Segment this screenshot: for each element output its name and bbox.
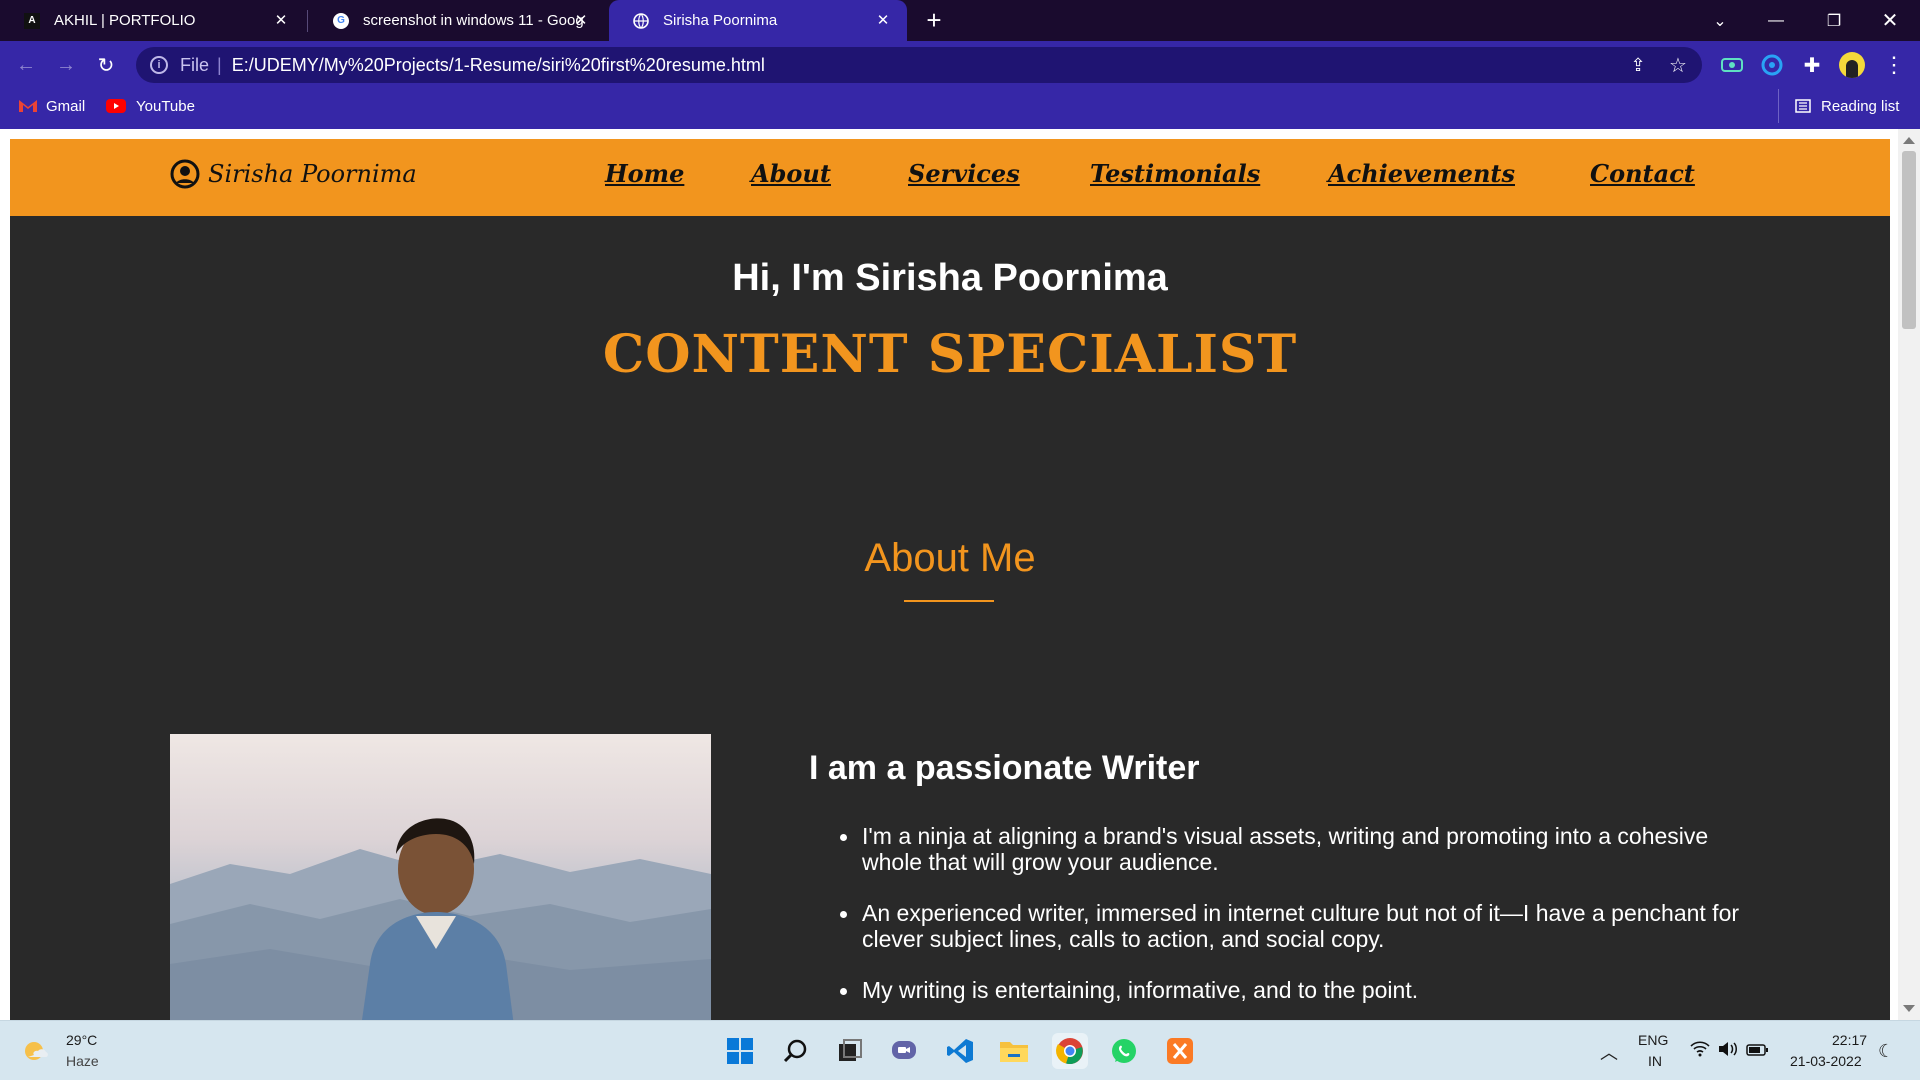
hero-greeting: Hi, I'm Sirisha Poornima <box>732 257 1168 299</box>
menu-icon[interactable]: ⋮ <box>1878 49 1910 81</box>
profile-avatar[interactable] <box>1836 49 1868 81</box>
reading-list-label: Reading list <box>1821 97 1900 115</box>
site-info-icon[interactable]: i <box>150 56 168 74</box>
reading-list-icon <box>1795 99 1811 113</box>
youtube-icon <box>106 99 126 113</box>
restore-button[interactable]: ❐ <box>1806 0 1862 41</box>
search-icon[interactable] <box>778 1033 814 1069</box>
nav-home[interactable]: Home <box>605 159 684 188</box>
brand-name: Sirisha Poornima <box>208 160 417 188</box>
url-scheme: File <box>180 54 210 75</box>
list-item: My writing is entertaining, informative,… <box>840 977 1740 1003</box>
google-icon: G <box>333 12 349 29</box>
close-tab-icon[interactable]: ✕ <box>873 10 893 30</box>
url-divider: | <box>217 54 222 75</box>
weather-temp: 29°C <box>66 1032 98 1048</box>
page-viewport: Sirisha Poornima Home About Services Tes… <box>0 129 1920 1020</box>
about-bullet-list: I'm a ninja at aligning a brand's visual… <box>840 823 1740 1020</box>
scroll-down-arrow[interactable] <box>1903 1005 1915 1012</box>
portfolio-page: Sirisha Poornima Home About Services Tes… <box>10 139 1890 1020</box>
extension-icon[interactable] <box>1716 49 1748 81</box>
volume-icon[interactable] <box>1718 1041 1738 1062</box>
clock-time[interactable]: 22:17 <box>1832 1032 1867 1048</box>
profile-photo <box>170 734 711 1020</box>
gmail-icon <box>19 100 37 112</box>
forward-icon[interactable]: → <box>50 49 82 81</box>
scrollbar-thumb[interactable] <box>1902 151 1916 329</box>
nav-testimonials[interactable]: Testimonials <box>1090 159 1260 188</box>
close-tab-icon[interactable]: ✕ <box>271 10 291 30</box>
bookmark-label: Gmail <box>46 97 86 115</box>
page-scrollbar[interactable] <box>1898 129 1920 1020</box>
bookmark-label: YouTube <box>136 97 195 115</box>
start-button[interactable] <box>722 1033 758 1069</box>
extensions-puzzle-icon[interactable]: ✚ <box>1796 49 1828 81</box>
back-icon[interactable]: ← <box>10 49 42 81</box>
whatsapp-icon[interactable] <box>1106 1033 1142 1069</box>
tab-label: Sirisha Poornima <box>663 12 778 29</box>
close-window-button[interactable]: ✕ <box>1862 0 1918 41</box>
chrome-icon[interactable] <box>1052 1033 1088 1069</box>
teams-chat-icon[interactable] <box>886 1033 922 1069</box>
close-tab-icon[interactable]: ✕ <box>571 10 591 30</box>
writer-heading: I am a passionate Writer <box>809 749 1200 787</box>
nav-about[interactable]: About <box>751 159 831 188</box>
list-item: An experienced writer, immersed in inter… <box>840 900 1740 952</box>
tab-label: screenshot in windows 11 - Goog <box>363 12 583 29</box>
clock-date[interactable]: 21-03-2022 <box>1790 1053 1862 1069</box>
browser-title-bar: A AKHIL | PORTFOLIO ✕ G screenshot in wi… <box>0 0 1920 41</box>
tab-search-icon[interactable]: ⌄ <box>1692 0 1748 41</box>
address-bar[interactable]: i File | E:/UDEMY/My%20Projects/1-Resume… <box>136 47 1702 83</box>
about-underline <box>904 600 994 602</box>
globe-icon <box>633 12 649 29</box>
weather-desc: Haze <box>66 1053 99 1069</box>
weather-icon[interactable] <box>22 1037 50 1065</box>
share-icon[interactable]: ⇪ <box>1622 49 1654 81</box>
reload-icon[interactable]: ↻ <box>90 49 122 81</box>
tab-separator <box>307 10 308 32</box>
about-heading: About Me <box>864 536 1036 580</box>
tab-favicon: A <box>24 12 40 29</box>
bookmark-star-icon[interactable]: ☆ <box>1662 49 1694 81</box>
tab-screenshot-search[interactable]: G screenshot in windows 11 - Goog ✕ <box>309 0 605 41</box>
show-hidden-icons[interactable]: ︿ <box>1600 1039 1618 1065</box>
vscode-icon[interactable] <box>942 1033 978 1069</box>
user-circle-icon <box>170 159 200 189</box>
minimize-button[interactable]: — <box>1748 0 1804 41</box>
windows-taskbar: 29°C Haze ︿ ENG IN 22:17 21-03-2022 ☾ <box>0 1020 1920 1080</box>
nav-contact[interactable]: Contact <box>1590 159 1695 188</box>
site-brand[interactable]: Sirisha Poornima <box>170 159 417 189</box>
language-region[interactable]: IN <box>1648 1053 1662 1069</box>
site-navbar: Sirisha Poornima Home About Services Tes… <box>10 139 1890 216</box>
tab-akhil-portfolio[interactable]: A AKHIL | PORTFOLIO ✕ <box>0 0 305 41</box>
language-code[interactable]: ENG <box>1638 1032 1668 1048</box>
notifications-icon[interactable]: ☾ <box>1878 1041 1894 1062</box>
tab-sirisha-poornima[interactable]: Sirisha Poornima ✕ <box>609 0 907 41</box>
bookmark-gmail[interactable]: Gmail <box>18 89 85 123</box>
nav-achievements[interactable]: Achievements <box>1328 159 1515 188</box>
bookmark-youtube[interactable]: YouTube <box>106 89 195 123</box>
xampp-icon[interactable] <box>1162 1033 1198 1069</box>
list-item: I'm a ninja at aligning a brand's visual… <box>840 823 1740 875</box>
task-view-icon[interactable] <box>832 1033 868 1069</box>
new-tab-button[interactable]: + <box>908 0 960 41</box>
file-explorer-icon[interactable] <box>996 1033 1032 1069</box>
bookmarks-bar: Gmail YouTube Reading list <box>0 89 1920 129</box>
tab-label: AKHIL | PORTFOLIO <box>54 12 196 29</box>
reading-list-button[interactable]: Reading list <box>1778 89 1899 123</box>
windows-icon <box>727 1038 753 1064</box>
wifi-icon[interactable] <box>1690 1041 1710 1062</box>
url-text[interactable]: E:/UDEMY/My%20Projects/1-Resume/siri%20f… <box>232 55 765 76</box>
battery-icon[interactable] <box>1746 1043 1768 1061</box>
nav-services[interactable]: Services <box>908 159 1020 188</box>
edge-extension-icon[interactable] <box>1756 49 1788 81</box>
hero-role: CONTENT SPECIALIST <box>602 324 1298 385</box>
browser-toolbar: ← → ↻ i File | E:/UDEMY/My%20Projects/1-… <box>0 41 1920 89</box>
scroll-up-arrow[interactable] <box>1903 137 1915 144</box>
